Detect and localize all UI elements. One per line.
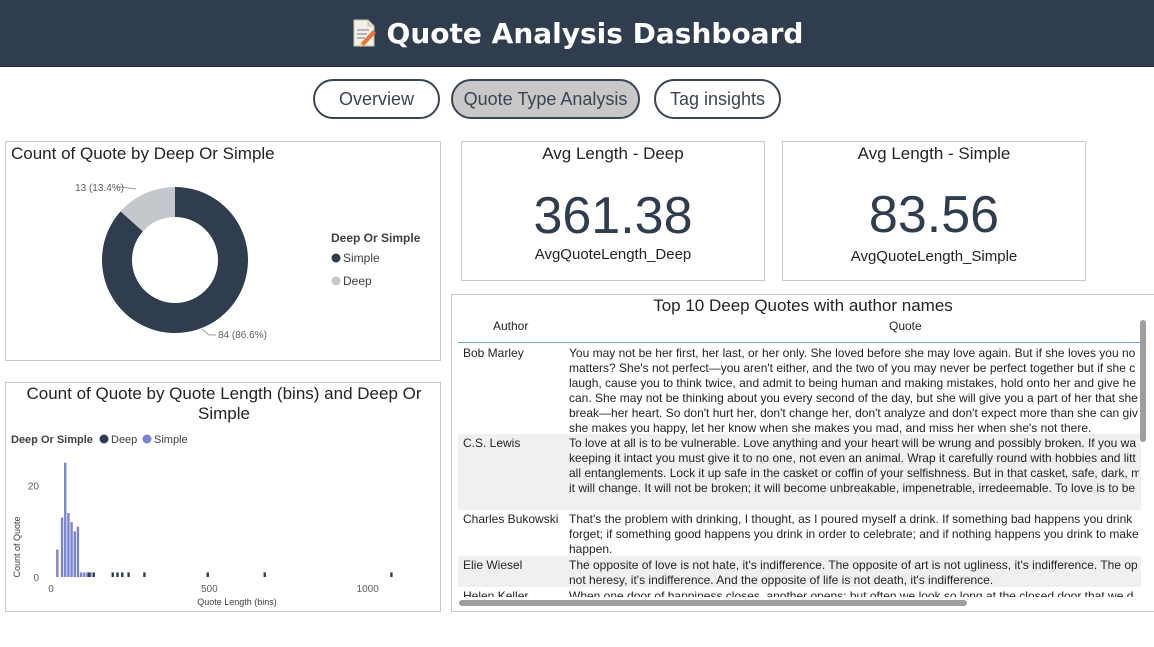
quote-cell: The opposite of love is not hate, it's i… bbox=[569, 558, 1138, 587]
tab-quote-type-analysis[interactable]: Quote Type Analysis bbox=[451, 79, 640, 119]
quote-cell: You may not be her first, her last, or h… bbox=[569, 346, 1138, 435]
legend-item-simple[interactable]: Simple bbox=[343, 251, 380, 265]
donut-chart-panel: Count of Quote by Deep Or Simple 13 (13.… bbox=[5, 141, 441, 361]
table-row[interactable]: Helen Keller When one door of happiness … bbox=[458, 587, 1141, 597]
table-row[interactable]: C.S. Lewis To love at all is to be vulne… bbox=[458, 434, 1141, 510]
histogram-bar-simple[interactable] bbox=[83, 572, 86, 577]
author-cell: Bob Marley bbox=[463, 346, 524, 360]
histogram-bar-deep[interactable] bbox=[263, 572, 266, 577]
table-row[interactable]: Bob Marley You may not be her first, her… bbox=[458, 344, 1141, 435]
author-cell: Helen Keller bbox=[463, 589, 529, 597]
card-value: 361.38 bbox=[533, 187, 693, 245]
histogram-bar-simple[interactable] bbox=[73, 531, 76, 577]
histogram-bar-deep[interactable] bbox=[116, 572, 119, 577]
card-label: AvgQuoteLength_Simple bbox=[850, 248, 1018, 265]
author-cell: Charles Bukowski bbox=[463, 512, 559, 526]
histogram-bar-simple[interactable] bbox=[60, 517, 64, 577]
table-title: Top 10 Deep Quotes with author names bbox=[653, 296, 953, 315]
y-tick-label: 20 bbox=[28, 482, 40, 493]
histogram-bar-deep[interactable] bbox=[111, 572, 114, 577]
histogram-bar-simple[interactable] bbox=[56, 549, 59, 577]
y-axis-label: Count of Quote bbox=[12, 516, 22, 577]
card-avg-length-deep: Avg Length - Deep 361.38 AvgQuoteLength_… bbox=[461, 141, 765, 281]
card-label: AvgQuoteLength_Deep bbox=[534, 246, 692, 263]
legend-item-deep[interactable]: Deep bbox=[343, 274, 372, 288]
histogram-bar-simple[interactable] bbox=[64, 462, 67, 577]
histogram-bar-deep[interactable] bbox=[206, 572, 209, 577]
legend-marker-simple bbox=[142, 434, 152, 444]
histogram-bar-deep[interactable] bbox=[127, 572, 130, 577]
y-tick-label: 0 bbox=[33, 573, 39, 584]
tab-overview[interactable]: Overview bbox=[313, 79, 440, 119]
histogram-bar-deep[interactable] bbox=[390, 572, 393, 577]
x-tick-label: 500 bbox=[201, 584, 218, 595]
table-row[interactable]: Elie Wiesel The opposite of love is not … bbox=[458, 556, 1141, 587]
column-header-quote[interactable]: Quote bbox=[889, 319, 922, 333]
column-header-author[interactable]: Author bbox=[493, 319, 528, 333]
histogram-bar-simple[interactable] bbox=[76, 526, 80, 577]
legend-marker-deep bbox=[99, 434, 109, 444]
histogram-bar-deep[interactable] bbox=[92, 572, 95, 577]
histogram-bar-simple[interactable] bbox=[79, 572, 83, 577]
quote-cell: To love at all is to be vulnerable. Love… bbox=[569, 436, 1139, 495]
quote-cell: That's the problem with drinking, I thou… bbox=[569, 512, 1139, 556]
horizontal-scrollbar[interactable] bbox=[459, 600, 967, 606]
histogram-bar-deep[interactable] bbox=[87, 572, 91, 577]
author-cell: Elie Wiesel bbox=[463, 558, 523, 572]
histogram-panel: Count of Quote by Quote Length (bins) an… bbox=[5, 382, 441, 612]
histogram-bar-simple[interactable] bbox=[67, 513, 70, 577]
card-title: Avg Length - Simple bbox=[857, 144, 1011, 163]
table-body: Bob Marley You may not be her first, her… bbox=[458, 343, 1141, 597]
x-tick-label: 1000 bbox=[357, 584, 380, 595]
legend-marker-simple bbox=[331, 253, 341, 263]
legend-item-deep[interactable]: Deep bbox=[111, 434, 137, 446]
top-deep-quotes-table: Top 10 Deep Quotes with author names Aut… bbox=[451, 294, 1154, 612]
quote-cell: When one door of happiness closes, anoth… bbox=[569, 589, 1134, 597]
card-value: 83.56 bbox=[868, 186, 1000, 244]
x-axis-label: Quote Length (bins) bbox=[197, 597, 277, 607]
card-title: Avg Length - Deep bbox=[542, 144, 684, 163]
table-row[interactable]: Charles Bukowski That's the problem with… bbox=[458, 510, 1141, 556]
header: Quote Analysis Dashboard bbox=[0, 0, 1154, 66]
histogram-bar-simple[interactable] bbox=[70, 522, 73, 577]
memo-icon bbox=[351, 18, 377, 48]
author-cell: C.S. Lewis bbox=[463, 436, 521, 450]
x-tick-label: 0 bbox=[48, 584, 54, 595]
tab-tag-insights[interactable]: Tag insights bbox=[654, 79, 781, 119]
vertical-scrollbar[interactable] bbox=[1140, 320, 1146, 442]
card-avg-length-simple: Avg Length - Simple 83.56 AvgQuoteLength… bbox=[782, 141, 1086, 281]
donut-legend-title: Deep Or Simple bbox=[331, 231, 421, 245]
legend-item-simple[interactable]: Simple bbox=[154, 434, 188, 446]
page-title: Quote Analysis Dashboard bbox=[386, 16, 804, 50]
histogram-legend-title: Deep Or Simple bbox=[11, 434, 93, 446]
header-bar: Quote Analysis Dashboard bbox=[0, 0, 1154, 67]
leader-line-simple bbox=[201, 328, 216, 336]
donut-chart: 13 (13.4%) 84 (86.6%) Deep Or Simple Sim… bbox=[75, 183, 421, 341]
data-label-simple: 84 (86.6%) bbox=[218, 330, 267, 341]
histogram-bar-deep[interactable] bbox=[143, 572, 146, 577]
histogram-chart: Deep Or Simple Deep Simple Count of Quot… bbox=[11, 434, 393, 607]
tab-bar: Overview Quote Type Analysis Tag insight… bbox=[0, 79, 1154, 123]
legend-marker-deep bbox=[331, 276, 341, 286]
data-label-deep: 13 (13.4%) bbox=[75, 183, 124, 194]
histogram-bar-deep[interactable] bbox=[121, 572, 124, 577]
